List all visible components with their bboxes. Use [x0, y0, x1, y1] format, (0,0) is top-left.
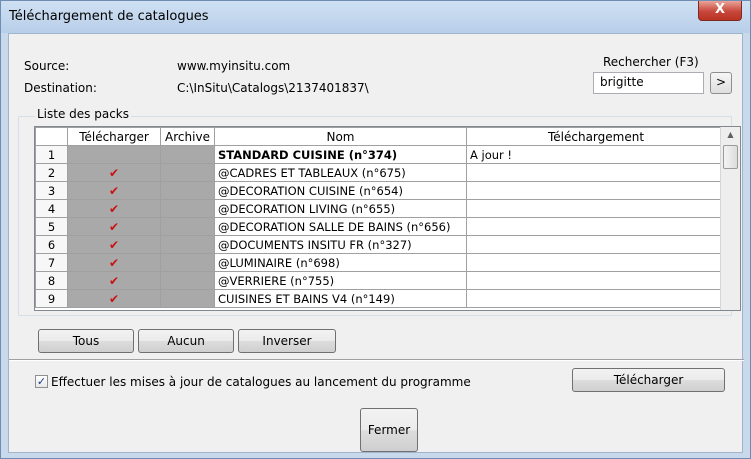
- packs-table: Télécharger Archive Nom Téléchargement 1…: [35, 127, 726, 308]
- download-toggle-cell[interactable]: [67, 145, 161, 164]
- pack-status-cell: [466, 235, 726, 254]
- archive-cell: [160, 271, 215, 290]
- row-number: 9: [35, 289, 68, 308]
- table-row[interactable]: 7 ✔ @LUMINAIRE (n°698): [35, 253, 726, 272]
- red-check-icon: ✔: [108, 219, 120, 234]
- close-button[interactable]: Fermer: [360, 408, 418, 452]
- row-number: 4: [35, 199, 68, 218]
- col-header-name[interactable]: Nom: [214, 127, 467, 146]
- pack-name-cell: @VERRIERE (n°755): [214, 271, 467, 290]
- scroll-thumb[interactable]: [723, 145, 738, 169]
- select-all-button[interactable]: Tous: [38, 329, 134, 353]
- download-button[interactable]: Télécharger: [572, 368, 725, 392]
- auto-update-label[interactable]: Effectuer les mises à jour de catalogues…: [51, 375, 471, 389]
- destination-label: Destination:: [24, 81, 97, 95]
- download-toggle-cell[interactable]: ✔: [67, 181, 161, 200]
- col-header-archive[interactable]: Archive: [160, 127, 215, 146]
- pack-status-cell: [466, 199, 726, 218]
- download-catalogs-window: Téléchargement de catalogues X Source: w…: [0, 0, 751, 459]
- pack-name-cell: @DECORATION SALLE DE BAINS (n°656): [214, 217, 467, 236]
- search-input[interactable]: brigitte: [593, 72, 704, 94]
- row-number: 5: [35, 217, 68, 236]
- download-toggle-cell[interactable]: ✔: [67, 271, 161, 290]
- packs-header-row: Télécharger Archive Nom Téléchargement: [35, 127, 726, 146]
- archive-cell: [160, 217, 215, 236]
- archive-cell: [160, 253, 215, 272]
- download-toggle-cell[interactable]: ✔: [67, 217, 161, 236]
- packs-group-label: Liste des packs: [35, 107, 132, 121]
- window-title: Téléchargement de catalogues: [9, 9, 209, 24]
- red-check-icon: ✔: [108, 255, 120, 270]
- grid-vertical-scrollbar[interactable]: ▲: [720, 127, 740, 310]
- table-row[interactable]: 8 ✔ @VERRIERE (n°755): [35, 271, 726, 290]
- table-row[interactable]: 4 ✔ @DECORATION LIVING (n°655): [35, 199, 726, 218]
- table-row[interactable]: 2 ✔ @CADRES ET TABLEAUX (n°675): [35, 163, 726, 182]
- select-none-button[interactable]: Aucun: [138, 329, 234, 353]
- row-number: 1: [35, 145, 68, 164]
- download-toggle-cell[interactable]: ✔: [67, 199, 161, 218]
- pack-status-cell: [466, 181, 726, 200]
- checkbox-check-icon: ✓: [36, 375, 47, 388]
- invert-selection-button[interactable]: Inverser: [238, 329, 336, 353]
- close-window-button[interactable]: X: [698, 1, 742, 21]
- archive-cell: [160, 163, 215, 182]
- row-number: 3: [35, 181, 68, 200]
- separator: [9, 359, 744, 361]
- pack-status-cell: A jour !: [466, 145, 726, 164]
- search-next-button[interactable]: >: [710, 72, 732, 94]
- destination-value: C:\InSitu\Catalogs\2137401837\: [177, 81, 369, 95]
- pack-name-cell: @DECORATION CUISINE (n°654): [214, 181, 467, 200]
- red-check-icon: ✔: [108, 237, 120, 252]
- pack-name-cell: @CADRES ET TABLEAUX (n°675): [214, 163, 467, 182]
- pack-name-cell: @DECORATION LIVING (n°655): [214, 199, 467, 218]
- archive-cell: [160, 199, 215, 218]
- source-value: www.myinsitu.com: [177, 59, 291, 73]
- pack-status-cell: [466, 289, 726, 308]
- pack-name-cell: @DOCUMENTS INSITU FR (n°327): [214, 235, 467, 254]
- pack-name-cell: @LUMINAIRE (n°698): [214, 253, 467, 272]
- download-toggle-cell[interactable]: ✔: [67, 163, 161, 182]
- row-number: 6: [35, 235, 68, 254]
- archive-cell: [160, 181, 215, 200]
- title-bar: Téléchargement de catalogues X: [1, 1, 750, 33]
- download-toggle-cell[interactable]: ✔: [67, 289, 161, 308]
- red-check-icon: ✔: [108, 201, 120, 216]
- archive-cell: [160, 289, 215, 308]
- pack-name-cell: CUISINES ET BAINS V4 (n°149): [214, 289, 467, 308]
- col-header-download[interactable]: Télécharger: [67, 127, 161, 146]
- table-row[interactable]: 5 ✔ @DECORATION SALLE DE BAINS (n°656): [35, 217, 726, 236]
- pack-name-cell: STANDARD CUISINE (n°374): [214, 145, 467, 164]
- row-number: 8: [35, 271, 68, 290]
- auto-update-checkbox[interactable]: ✓: [35, 375, 48, 388]
- search-label: Rechercher (F3): [603, 55, 699, 69]
- packs-grid: Télécharger Archive Nom Téléchargement 1…: [34, 126, 741, 311]
- archive-cell: [160, 235, 215, 254]
- scroll-up-arrow-icon[interactable]: ▲: [721, 127, 740, 143]
- table-row[interactable]: 3 ✔ @DECORATION CUISINE (n°654): [35, 181, 726, 200]
- col-header-rownum[interactable]: [35, 127, 68, 146]
- pack-status-cell: [466, 163, 726, 182]
- download-toggle-cell[interactable]: ✔: [67, 235, 161, 254]
- table-row[interactable]: 9 ✔ CUISINES ET BAINS V4 (n°149): [35, 289, 726, 308]
- table-row[interactable]: 6 ✔ @DOCUMENTS INSITU FR (n°327): [35, 235, 726, 254]
- pack-status-cell: [466, 217, 726, 236]
- red-check-icon: ✔: [108, 291, 120, 306]
- red-check-icon: ✔: [108, 183, 120, 198]
- pack-status-cell: [466, 253, 726, 272]
- col-header-status[interactable]: Téléchargement: [466, 127, 726, 146]
- source-label: Source:: [24, 59, 70, 73]
- row-number: 7: [35, 253, 68, 272]
- archive-cell: [160, 145, 215, 164]
- table-row[interactable]: 1 STANDARD CUISINE (n°374) A jour !: [35, 145, 726, 164]
- download-toggle-cell[interactable]: ✔: [67, 253, 161, 272]
- red-check-icon: ✔: [108, 273, 120, 288]
- row-number: 2: [35, 163, 68, 182]
- red-check-icon: ✔: [108, 165, 120, 180]
- pack-status-cell: [466, 271, 726, 290]
